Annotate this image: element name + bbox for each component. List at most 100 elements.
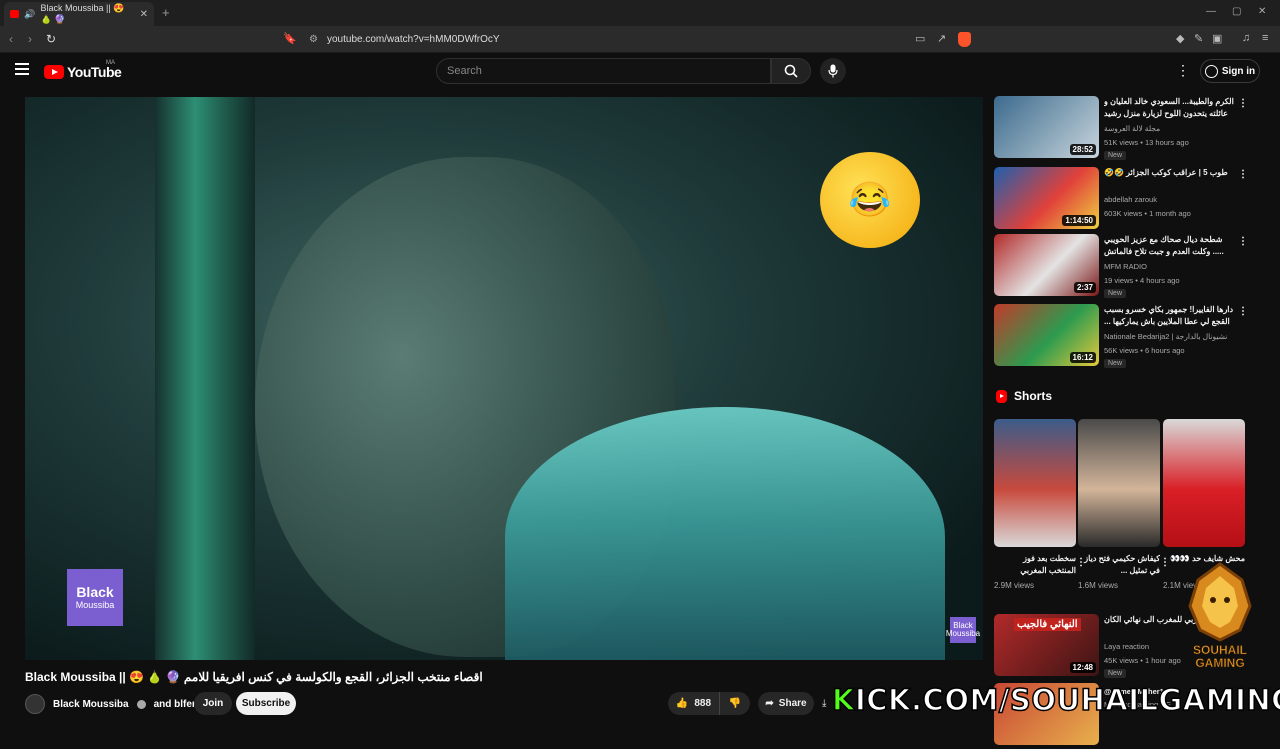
new-badge: New: [1104, 289, 1127, 298]
hamburger-menu-icon[interactable]: [15, 63, 29, 78]
search-icon: [784, 64, 798, 78]
browser-tab[interactable]: 🔊 Black Moussiba || 😍 🍐 🔮 ✕: [4, 2, 154, 26]
shorts-logo-icon: [996, 389, 1007, 403]
share-button[interactable]: ➦ Share: [758, 692, 814, 715]
subscribe-button[interactable]: Subscribe: [236, 692, 296, 715]
video-player[interactable]: 😂 Black Moussiba Black Moussiba: [25, 97, 983, 660]
list-item[interactable]: 16:12 دارها الفاييرا! جمهور بكاي خسرو بس…: [994, 304, 1249, 370]
video-title[interactable]: طوب 5 | عراقب كوكب الجزائر 🤣🤣: [1104, 167, 1234, 179]
channel-name[interactable]: Laya reaction: [1104, 642, 1149, 651]
new-tab-button[interactable]: +: [162, 5, 170, 20]
brand-line1: SOUHAIL: [1193, 643, 1247, 657]
collab-name[interactable]: and blfen: [154, 699, 198, 710]
new-badge: New: [1104, 151, 1127, 160]
video-title[interactable]: الكرم والطيبة... السعودي خالد العليان و …: [1104, 96, 1234, 120]
video-meta: 51K views • 13 hours ago: [1104, 138, 1189, 147]
short-thumbnail[interactable]: [1078, 419, 1160, 547]
short-item[interactable]: كيفاش حكيمي فتح دياز في تمثيل ... 1.6M v…: [1078, 419, 1170, 590]
bookmark-icon[interactable]: 🔖: [283, 32, 297, 45]
channel-name[interactable]: Black Moussiba: [53, 699, 129, 710]
shorts-heading: Shorts: [1014, 389, 1053, 403]
video-thumbnail[interactable]: 2:37: [994, 234, 1099, 296]
short-title[interactable]: كيفاش حكيمي فتح دياز في تمثيل ...: [1078, 553, 1160, 577]
video-duration: 12:48: [1069, 662, 1096, 673]
cast-icon[interactable]: ▭: [915, 32, 925, 45]
microphone-icon: [828, 64, 838, 78]
video-thumbnail[interactable]: 28:52: [994, 96, 1099, 158]
wallet-icon[interactable]: ◆: [1176, 32, 1184, 45]
channel-avatar[interactable]: [25, 694, 45, 714]
short-thumbnail[interactable]: [1163, 419, 1245, 547]
site-info-icon[interactable]: ⚙: [309, 34, 318, 45]
sign-in-button[interactable]: Sign in: [1200, 59, 1260, 83]
video-frame-veil: [505, 407, 945, 660]
more-actions-icon[interactable]: ⋮: [1238, 236, 1248, 247]
like-button[interactable]: 👍 888: [668, 692, 720, 715]
youtube-logo[interactable]: YouTube MA: [44, 60, 122, 80]
video-thumbnail[interactable]: 1:14:50: [994, 167, 1099, 229]
forward-icon[interactable]: ›: [28, 32, 32, 46]
tab-title: Black Moussiba || 😍 🍐 🔮: [40, 3, 125, 24]
channel-row: Black Moussiba and blfen: [25, 692, 198, 716]
address-bar-row: ‹ › ↻ 🔖 ⚙ youtube.com/watch?v=hMM0DWfrOc…: [0, 26, 1280, 53]
brave-shield-icon[interactable]: [958, 32, 971, 47]
brand-line2: GAMING: [1195, 656, 1244, 670]
video-meta: 56K views • 6 hours ago: [1104, 346, 1185, 355]
video-meta: 45K views • 1 hour ago: [1104, 656, 1181, 665]
share-page-icon[interactable]: ↗: [937, 32, 946, 45]
sign-in-label: Sign in: [1221, 65, 1256, 77]
more-options-icon[interactable]: ⋮: [1176, 62, 1190, 79]
account-icon: [1204, 64, 1218, 78]
video-duration: 28:52: [1069, 144, 1096, 155]
short-views: 1.6M views: [1078, 581, 1119, 590]
close-window-icon[interactable]: ✕: [1258, 6, 1266, 17]
list-item[interactable]: 28:52 الكرم والطيبة... السعودي خالد العل…: [994, 96, 1249, 162]
channel-name[interactable]: Nationale Bedarija2 | نشيونال بالدارجة: [1104, 332, 1227, 341]
short-item[interactable]: سخطت بعد فوز المنتخب المغربي 2.9M views …: [994, 419, 1086, 590]
youtube-favicon-icon: [10, 10, 20, 18]
share-label: Share: [778, 698, 807, 709]
list-item[interactable]: 1:14:50 طوب 5 | عراقب كوكب الجزائر 🤣🤣 ab…: [994, 167, 1249, 233]
sidebar-icon[interactable]: ▣: [1212, 32, 1222, 45]
laughing-emoji-icon: 😂: [820, 152, 920, 248]
search-placeholder: Search: [447, 65, 482, 77]
channel-logo-overlay: Black Moussiba: [67, 569, 123, 626]
dislike-button[interactable]: 👎: [720, 698, 750, 709]
list-item[interactable]: 2:37 شطحة ديال صحاك مع عزيز الحويبي ....…: [994, 234, 1249, 300]
back-icon[interactable]: ‹: [9, 32, 13, 46]
thumbs-up-icon: 👍: [675, 698, 689, 709]
extensions-icon[interactable]: ✎: [1194, 32, 1203, 45]
souhail-gaming-logo: SOUHAIL GAMING: [1188, 562, 1252, 670]
video-title[interactable]: شطحة ديال صحاك مع عزيز الحويبي ..... وكل…: [1104, 234, 1234, 258]
channel-name[interactable]: مجلة لالة العروسة: [1104, 124, 1160, 133]
video-thumbnail[interactable]: 16:12: [994, 304, 1099, 366]
search-input[interactable]: Search: [436, 58, 771, 84]
more-actions-icon[interactable]: ⋮: [1238, 306, 1248, 317]
browser-menu-icon[interactable]: ≡: [1262, 32, 1268, 44]
short-views: 2.9M views: [994, 581, 1035, 590]
short-title[interactable]: سخطت بعد فوز المنتخب المغربي: [994, 553, 1076, 577]
minimize-icon[interactable]: —: [1206, 6, 1216, 17]
video-thumbnail[interactable]: النهائي فالجيب 12:48: [994, 614, 1099, 676]
maximize-icon[interactable]: ▢: [1232, 6, 1241, 17]
more-actions-icon[interactable]: ⋮: [1238, 98, 1248, 109]
reload-icon[interactable]: ↻: [46, 32, 56, 46]
url-field[interactable]: ⚙ youtube.com/watch?v=hMM0DWfrOcY: [305, 30, 975, 49]
close-tab-icon[interactable]: ✕: [140, 9, 148, 20]
sound-icon: 🔊: [24, 8, 36, 19]
channel-name[interactable]: abdellah zarouk: [1104, 195, 1157, 204]
more-actions-icon[interactable]: ⋮: [1238, 169, 1248, 180]
video-meta: 19 views • 4 hours ago: [1104, 276, 1180, 285]
shorts-header: Shorts: [996, 389, 1052, 403]
media-icon[interactable]: ♫: [1242, 32, 1250, 44]
short-thumbnail[interactable]: [994, 419, 1076, 547]
search-button[interactable]: [771, 58, 811, 84]
kick-overlay-text: KICK.COM/SOUHAILGAMING: [831, 682, 1280, 718]
channel-name[interactable]: MFM RADIO: [1104, 262, 1147, 271]
video-title[interactable]: دارها الفاييرا! جمهور بكاي خسرو بسبب الق…: [1104, 304, 1234, 328]
browser-tab-bar: 🔊 Black Moussiba || 😍 🍐 🔮 ✕ + — ▢ ✕: [0, 0, 1280, 26]
voice-search-button[interactable]: [820, 58, 846, 84]
like-count: 888: [694, 698, 712, 709]
channel-watermark[interactable]: Black Moussiba: [946, 617, 980, 643]
join-button[interactable]: Join: [194, 692, 232, 715]
